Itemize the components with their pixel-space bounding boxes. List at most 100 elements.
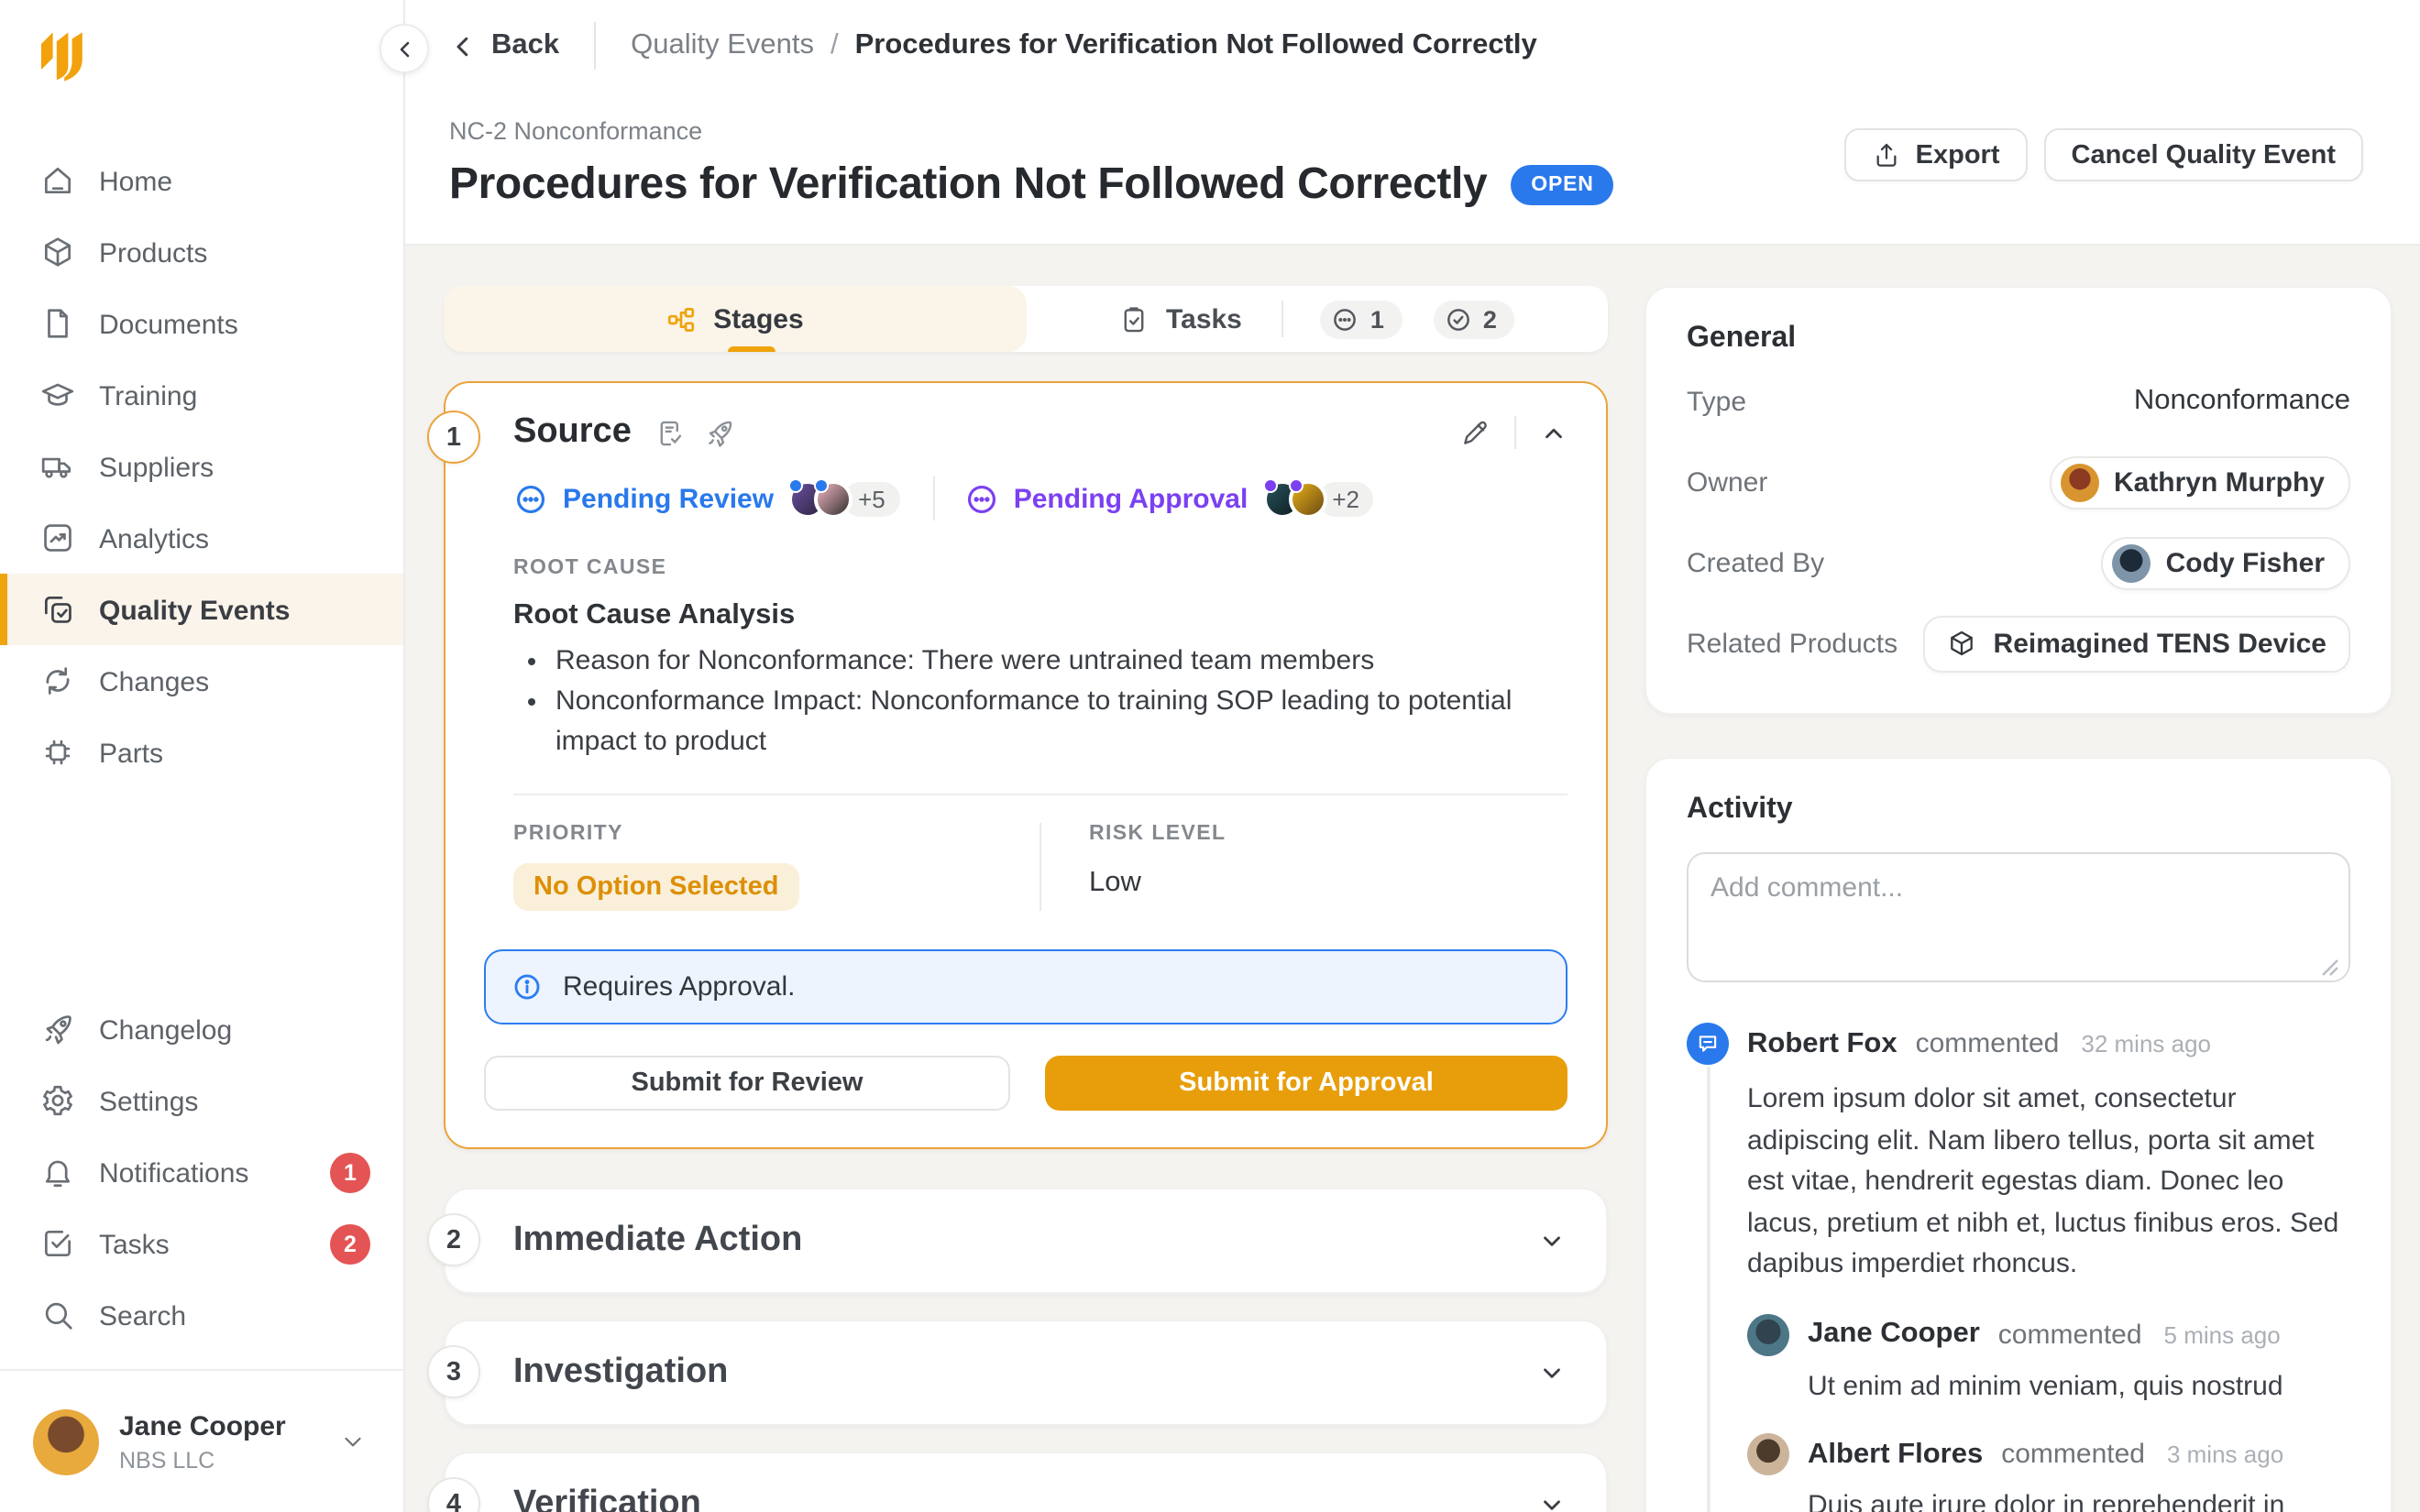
sidebar-item-label: Documents bbox=[99, 309, 238, 338]
user-avatar bbox=[33, 1408, 99, 1474]
general-row-type: Type Nonconformance bbox=[1687, 367, 2350, 436]
sidebar-item-label: Analytics bbox=[99, 523, 209, 553]
submit-for-approval-button[interactable]: Submit for Approval bbox=[1045, 1055, 1568, 1110]
comment-action: commented bbox=[2001, 1440, 2145, 1471]
chevron-down-icon[interactable] bbox=[1538, 1358, 1566, 1386]
stage-number: 1 bbox=[427, 411, 480, 464]
priority-value-chip[interactable]: No Option Selected bbox=[513, 862, 799, 910]
status-dot bbox=[1262, 477, 1277, 492]
sidebar-item-label: Search bbox=[99, 1300, 186, 1330]
app-window: Home Products Documents Training Supplie… bbox=[0, 0, 2420, 1512]
sidebar-item-label: Products bbox=[99, 237, 207, 267]
chevron-up-icon[interactable] bbox=[1540, 419, 1568, 446]
edit-pencil-icon[interactable] bbox=[1459, 417, 1490, 448]
chevron-down-icon[interactable] bbox=[1538, 1226, 1566, 1254]
general-panel: General Type Nonconformance Owner Kathry… bbox=[1644, 286, 2392, 715]
stage-card-immediate-action[interactable]: 2 Immediate Action bbox=[444, 1187, 1608, 1293]
sidebar-item-changes[interactable]: Changes bbox=[0, 645, 403, 717]
created-by-label: Created By bbox=[1687, 547, 1824, 578]
type-value: Nonconformance bbox=[2134, 385, 2350, 418]
sidebar-item-quality-events[interactable]: Quality Events bbox=[0, 574, 403, 645]
sidebar-item-notifications[interactable]: Notifications 1 bbox=[0, 1136, 403, 1208]
user-menu[interactable]: Jane Cooper NBS LLC bbox=[0, 1369, 403, 1512]
owner-pill[interactable]: Kathryn Murphy bbox=[2050, 455, 2350, 509]
sidebar-item-tasks[interactable]: Tasks 2 bbox=[0, 1208, 403, 1279]
sidebar-item-label: Tasks bbox=[99, 1229, 170, 1258]
task-check-icon bbox=[40, 1226, 75, 1261]
completed-tasks-chip[interactable]: 2 bbox=[1434, 300, 1515, 338]
sidebar-item-suppliers[interactable]: Suppliers bbox=[0, 431, 403, 502]
pending-tasks-chip[interactable]: 1 bbox=[1321, 300, 1402, 338]
sidebar-item-home[interactable]: Home bbox=[0, 145, 403, 216]
general-row-owner: Owner Kathryn Murphy bbox=[1687, 447, 2350, 517]
rocket-icon bbox=[40, 1012, 75, 1046]
stage-card-verification[interactable]: 4 Verification bbox=[444, 1451, 1608, 1512]
clipboard-check-icon bbox=[1118, 303, 1150, 334]
stage-status-row: Pending Review +5 Pending Approval bbox=[513, 477, 1568, 520]
title-bar: NC-2 Nonconformance Procedures for Verif… bbox=[405, 92, 2420, 246]
bell-icon bbox=[40, 1155, 75, 1189]
comment-action: commented bbox=[1916, 1028, 2060, 1059]
sidebar-item-label: Suppliers bbox=[99, 452, 214, 481]
sidebar-item-search[interactable]: Search bbox=[0, 1279, 403, 1351]
general-row-related-products: Related Products Reimagined TENS Device bbox=[1687, 608, 2350, 678]
root-cause-heading: Root Cause Analysis bbox=[513, 599, 1568, 632]
comment-time: 5 mins ago bbox=[2164, 1320, 2281, 1348]
back-button[interactable]: Back bbox=[449, 29, 559, 62]
back-label: Back bbox=[491, 29, 559, 62]
requires-approval-notice: Requires Approval. bbox=[484, 948, 1568, 1024]
status-dot bbox=[1288, 477, 1303, 492]
risk-level-value: Low bbox=[1089, 866, 1226, 899]
sidebar-item-analytics[interactable]: Analytics bbox=[0, 502, 403, 574]
sidebar-item-settings[interactable]: Settings bbox=[0, 1065, 403, 1136]
comment-text: Ut enim ad minim veniam, quis nostrud bbox=[1808, 1366, 2350, 1407]
related-product-pill[interactable]: Reimagined TENS Device bbox=[1924, 615, 2350, 672]
gear-icon bbox=[40, 1083, 75, 1118]
sidebar-item-products[interactable]: Products bbox=[0, 216, 403, 288]
root-cause-bullet: Reason for Nonconformance: There were un… bbox=[556, 641, 1568, 682]
tab-stages[interactable]: Stages bbox=[444, 286, 1026, 352]
cycle-icon bbox=[40, 663, 75, 698]
pending-approval-status[interactable]: Pending Approval +2 bbox=[964, 477, 1378, 520]
root-cause-section: ROOT CAUSE Root Cause Analysis Reason fo… bbox=[513, 557, 1568, 763]
ellipsis-circle-icon bbox=[1332, 305, 1359, 333]
pending-review-status[interactable]: Pending Review +5 bbox=[513, 477, 904, 520]
tab-tasks[interactable]: Tasks 1 2 bbox=[1026, 286, 1608, 352]
created-by-pill[interactable]: Cody Fisher bbox=[2102, 536, 2350, 589]
stage-card-investigation[interactable]: 3 Investigation bbox=[444, 1319, 1608, 1425]
resize-handle-icon[interactable] bbox=[2321, 959, 2339, 977]
chevron-down-icon bbox=[339, 1428, 367, 1455]
notifications-badge: 1 bbox=[330, 1152, 370, 1192]
submit-for-review-button[interactable]: Submit for Review bbox=[484, 1055, 1010, 1110]
cancel-quality-event-button[interactable]: Cancel Quality Event bbox=[2044, 128, 2364, 181]
stages-flow-icon bbox=[666, 303, 697, 334]
sidebar-item-training[interactable]: Training bbox=[0, 359, 403, 431]
activity-panel: Activity Robert Fox commented 32 mins bbox=[1644, 757, 2392, 1512]
root-cause-bullet: Nonconformance Impact: Nonconformance to… bbox=[556, 682, 1568, 763]
chevron-left-icon bbox=[449, 32, 477, 60]
sidebar-nav: Home Products Documents Training Supplie… bbox=[0, 145, 403, 788]
breadcrumb-current: Procedures for Verification Not Followed… bbox=[855, 29, 1537, 62]
tab-bar: Stages Tasks 1 2 bbox=[444, 286, 1608, 352]
tab-divider bbox=[1282, 301, 1284, 337]
chevron-down-icon[interactable] bbox=[1538, 1490, 1566, 1512]
topbar-divider bbox=[594, 22, 596, 70]
sidebar-item-parts[interactable]: Parts bbox=[0, 717, 403, 788]
brand-logo-icon bbox=[38, 31, 82, 82]
sidebar-item-documents[interactable]: Documents bbox=[0, 288, 403, 359]
export-button[interactable]: Export bbox=[1844, 128, 2028, 181]
sidebar-collapse-button[interactable] bbox=[380, 24, 429, 73]
comment: Albert Flores commented 3 mins ago Duis … bbox=[1747, 1434, 2350, 1512]
document-check-icon bbox=[655, 417, 687, 448]
document-icon bbox=[40, 306, 75, 341]
breadcrumb-parent[interactable]: Quality Events bbox=[631, 29, 814, 62]
comment-header: Robert Fox commented 32 mins ago bbox=[1687, 1023, 2350, 1065]
app-logo[interactable] bbox=[0, 0, 403, 82]
related-products-label: Related Products bbox=[1687, 628, 1898, 659]
approver-avatars: +2 bbox=[1262, 477, 1378, 520]
priority-label: PRIORITY bbox=[513, 822, 1040, 844]
sidebar-item-label: Home bbox=[99, 166, 172, 195]
user-name: Jane Cooper bbox=[119, 1410, 286, 1441]
sidebar-item-changelog[interactable]: Changelog bbox=[0, 993, 403, 1065]
comment-input[interactable] bbox=[1687, 852, 2350, 982]
